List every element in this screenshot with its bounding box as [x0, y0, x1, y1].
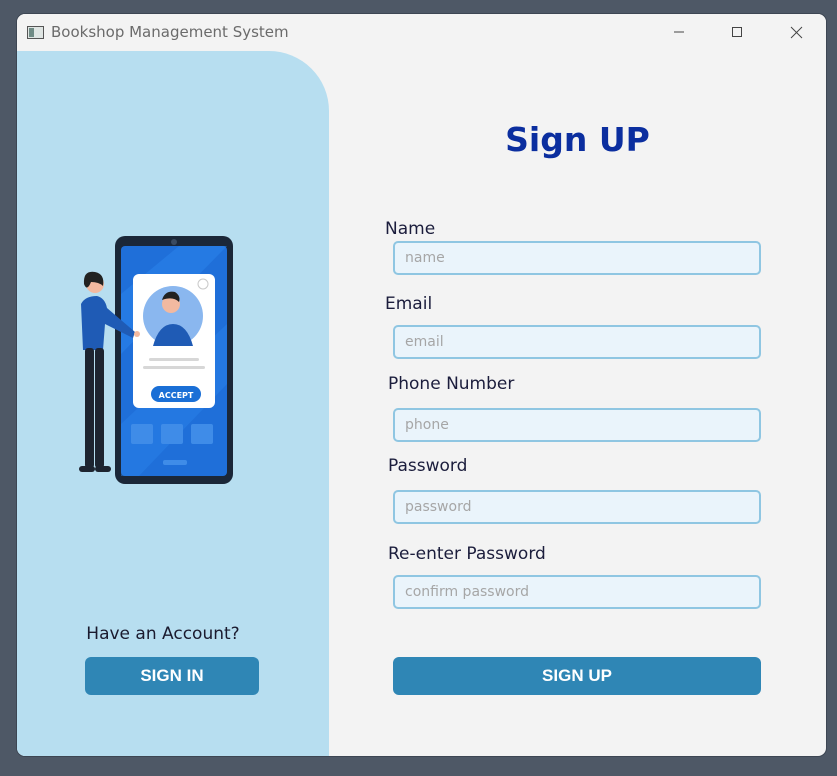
window-title: Bookshop Management System: [51, 23, 289, 41]
name-input[interactable]: [393, 241, 761, 275]
email-input[interactable]: [393, 325, 761, 359]
password-label: Password: [388, 456, 468, 476]
title-bar[interactable]: Bookshop Management System: [17, 14, 826, 51]
minimize-button[interactable]: [650, 14, 708, 50]
accept-label: ACCEPT: [159, 391, 194, 400]
phone-input[interactable]: [393, 408, 761, 442]
maximize-button[interactable]: [708, 14, 766, 50]
name-label: Name: [385, 219, 436, 239]
left-panel: ACCEPT Have an Account? SIGN IN: [17, 51, 329, 756]
phone-label: Phone Number: [388, 374, 515, 394]
page-title: Sign UP: [505, 120, 650, 159]
confirm-password-label: Re-enter Password: [388, 544, 546, 564]
have-account-text: Have an Account?: [86, 624, 240, 644]
password-input[interactable]: [393, 490, 761, 524]
sign-up-button[interactable]: SIGN UP: [393, 657, 761, 695]
maximize-icon: [732, 27, 742, 37]
email-label: Email: [385, 294, 433, 314]
close-icon: [790, 26, 802, 38]
app-icon: [27, 26, 44, 39]
close-button[interactable]: [767, 14, 825, 50]
signup-illustration: ACCEPT: [79, 236, 233, 484]
minimize-icon: [674, 31, 684, 33]
confirm-password-input[interactable]: [393, 575, 761, 609]
sign-in-button[interactable]: SIGN IN: [85, 657, 259, 695]
app-window: Bookshop Management System ACCEPT Have a…: [17, 14, 826, 756]
